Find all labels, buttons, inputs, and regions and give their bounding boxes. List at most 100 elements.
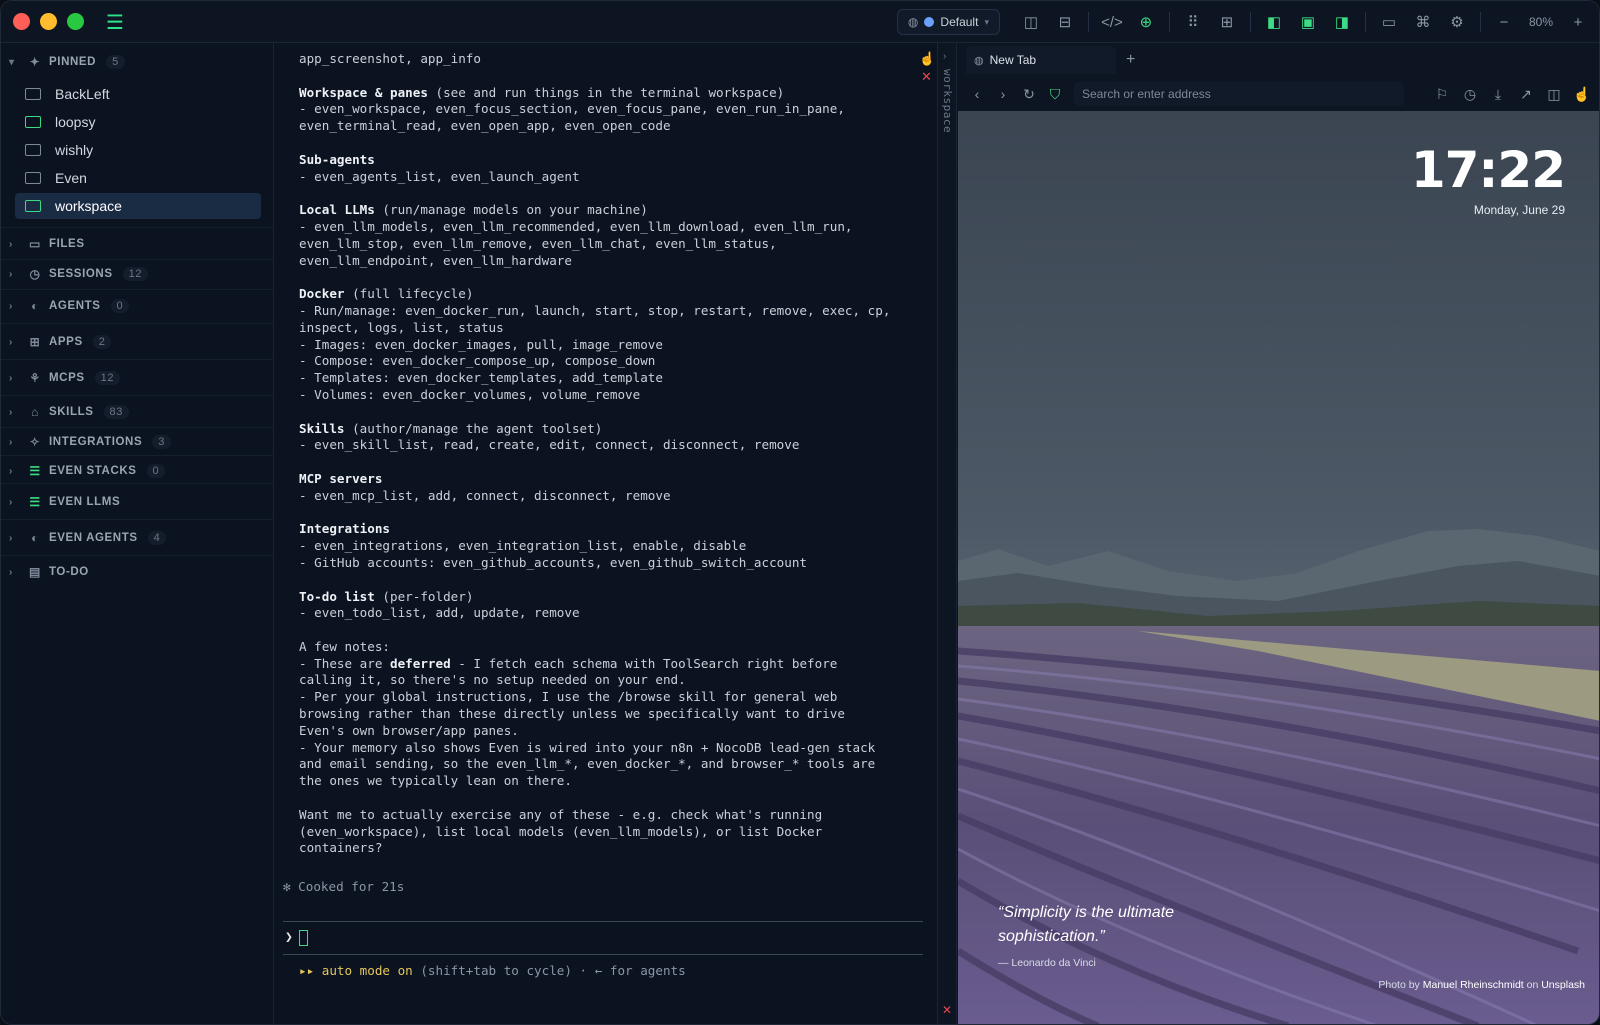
right-panel-icon[interactable]: ◨ xyxy=(1327,7,1357,37)
open-external-icon[interactable]: ↗ xyxy=(1513,81,1539,107)
pinned-item-backleft[interactable]: BackLeft xyxy=(15,81,261,107)
divider xyxy=(1,227,274,228)
terminal-line-text: even_llm_endpoint, even_llm_hardware xyxy=(299,252,572,268)
back-icon[interactable]: ‹ xyxy=(964,81,990,107)
photographer-link[interactable]: Manuel Rheinschmidt xyxy=(1423,979,1524,991)
pinned-item-wishly[interactable]: wishly xyxy=(15,137,261,163)
split-horizontal-icon[interactable]: ⊟ xyxy=(1050,7,1080,37)
prompt-input[interactable]: ❯ xyxy=(283,921,923,955)
sidebar-section-integrations[interactable]: › ✧ INTEGRATIONS 3 xyxy=(1,429,274,455)
sidebar-section-mcps[interactable]: › ⚘ MCPS 12 xyxy=(1,365,274,391)
pinned-item-workspace[interactable]: workspace xyxy=(15,193,261,219)
split-vertical-icon[interactable]: ◫ xyxy=(1016,7,1046,37)
profile-label: Default xyxy=(940,15,979,29)
left-panel-icon[interactable]: ◧ xyxy=(1259,7,1289,37)
hand-pointer-icon[interactable]: ☝ xyxy=(919,51,935,67)
section-label: SKILLS xyxy=(49,406,94,418)
gear-icon[interactable]: ⚙ xyxy=(1442,7,1472,37)
terminal-line-text: - Templates: even_docker_templates, add_… xyxy=(299,370,663,386)
folder-icon xyxy=(25,116,41,128)
sidebar-section-even-agents[interactable]: › ◐ EVEN AGENTS 4 xyxy=(1,525,274,551)
terminal-line-text: calling it, so there's no setup needed o… xyxy=(299,672,686,688)
sidebar-section-skills[interactable]: › ⌂ SKILLS 83 xyxy=(1,399,274,425)
reload-icon[interactable]: ↻ xyxy=(1016,81,1042,107)
auto-mode-label: ▸▸ auto mode on xyxy=(299,963,413,978)
code-icon[interactable]: </> xyxy=(1097,7,1127,37)
credit-prefix: Photo by xyxy=(1378,979,1423,991)
terminal-pane[interactable]: app_screenshot, app_info Workspace & pane… xyxy=(275,43,939,1024)
section-label: PINNED xyxy=(49,56,97,68)
sidebar-section-todo[interactable]: › ▤ TO-DO xyxy=(1,559,274,585)
terminal-line: Workspace & panes (see and run things in… xyxy=(299,85,939,102)
title-bar: ☰ ◍ Default ▾ ◫ ⊟ </> ⊕ ⠿ ⊞ ◧ ▣ ◨ ▭ ⌘ ⚙ xyxy=(1,1,1599,43)
terminal-line: inspect, logs, list, status xyxy=(299,320,939,337)
profile-selector[interactable]: ◍ Default ▾ xyxy=(896,9,1000,35)
pinned-item-loopsy[interactable]: loopsy xyxy=(15,109,261,135)
terminal-line-text: - Your memory also shows Even is wired i… xyxy=(299,739,876,755)
terminal-line-bold: Workspace & panes xyxy=(299,84,428,100)
sidebar-section-files[interactable]: › ▭ FILES xyxy=(1,231,274,257)
section-label: TO-DO xyxy=(49,566,89,578)
browser-tab[interactable]: ◍ New Tab xyxy=(966,46,1116,74)
chevron-right-icon: › xyxy=(9,300,13,312)
auto-mode-status: ▸▸ auto mode on (shift+tab to cycle) · ←… xyxy=(299,963,686,978)
download-icon[interactable]: ⤓ xyxy=(1485,81,1511,107)
auto-mode-hint: (shift+tab to cycle) · ← for agents xyxy=(412,963,686,978)
sidebar-section-even-llms[interactable]: › ☰ EVEN LLMS xyxy=(1,489,274,515)
shield-icon[interactable]: ⛉ xyxy=(1042,81,1068,107)
sidebar-section-agents[interactable]: › ◐ AGENTS 0 xyxy=(1,293,274,319)
layout-icon[interactable]: ⊞ xyxy=(1212,7,1242,37)
forward-icon[interactable]: › xyxy=(990,81,1016,107)
terminal-line-text: - even_workspace, even_focus_section, ev… xyxy=(299,101,845,117)
terminal-line: even_terminal_read, even_open_app, even_… xyxy=(299,118,939,135)
pointer-icon[interactable]: ☝ xyxy=(1569,81,1595,107)
terminal-icon[interactable]: ▣ xyxy=(1293,7,1323,37)
browser-globe-icon[interactable]: ⊕ xyxy=(1131,7,1161,37)
sidebar-section-pinned[interactable]: ▾ ✦ PINNED 5 xyxy=(1,49,274,75)
close-strip-icon[interactable]: ✕ xyxy=(942,1003,952,1017)
terminal-line-text: - Per your global instructions, I use th… xyxy=(299,689,838,705)
terminal-line-text: the ones we typically lean on there. xyxy=(299,773,572,789)
address-bar[interactable]: Search or enter address xyxy=(1074,82,1404,106)
terminal-line: the ones we typically lean on there. xyxy=(299,773,939,790)
terminal-line: To-do list (per-folder) xyxy=(299,589,939,606)
terminal-line: - even_agents_list, even_launch_agent xyxy=(299,169,939,186)
history-icon[interactable]: ◷ xyxy=(1457,81,1483,107)
zoom-in-icon[interactable]: + xyxy=(1563,7,1593,37)
grid-dots-icon[interactable]: ⠿ xyxy=(1178,7,1208,37)
terminal-line-text: - Images: even_docker_images, pull, imag… xyxy=(299,336,663,352)
close-pane-icon[interactable]: ✕ xyxy=(921,69,932,85)
chevron-right-icon[interactable]: › xyxy=(943,51,946,62)
section-count: 5 xyxy=(106,55,125,69)
sidebar-section-even-stacks[interactable]: › ☰ EVEN STACKS 0 xyxy=(1,458,274,484)
monitor-icon[interactable]: ▭ xyxy=(1374,7,1404,37)
terminal-line-bold: Integrations xyxy=(299,521,390,537)
sidebar-section-sessions[interactable]: › ◷ SESSIONS 12 xyxy=(1,261,274,287)
split-view-icon[interactable]: ◫ xyxy=(1541,81,1567,107)
terminal-line-bold: Docker xyxy=(299,286,345,302)
terminal-line-text: Want me to actually exercise any of thes… xyxy=(299,806,823,822)
workspace-strip[interactable]: › workspace ✕ xyxy=(937,43,957,1024)
zoom-out-icon[interactable]: − xyxy=(1489,7,1519,37)
unsplash-link[interactable]: Unsplash xyxy=(1541,979,1585,991)
workspace-label: workspace xyxy=(941,69,954,134)
terminal-line: - even_todo_list, add, update, remove xyxy=(299,605,939,622)
bookmark-icon[interactable]: ⚐ xyxy=(1429,81,1455,107)
lavender-field-photo xyxy=(958,111,1599,1024)
close-window-button[interactable] xyxy=(13,13,30,30)
chevron-down-icon: ▾ xyxy=(9,56,15,68)
terminal-line-bold: MCP servers xyxy=(299,470,383,486)
maximize-window-button[interactable] xyxy=(67,13,84,30)
terminal-line-text: (author/manage the agent toolset) xyxy=(344,420,603,436)
new-tab-button[interactable]: + xyxy=(1126,51,1135,69)
terminal-line-bold: To-do list xyxy=(299,588,375,604)
divider xyxy=(1,519,274,520)
app-logo-icon[interactable]: ☰ xyxy=(106,10,124,34)
browser-viewport[interactable]: 17:22 Monday, June 29 “Simplicity is the… xyxy=(958,111,1599,1024)
minimize-window-button[interactable] xyxy=(40,13,57,30)
sidebar-section-apps[interactable]: › ⊞ APPS 2 xyxy=(1,329,274,355)
terminal-line: app_screenshot, app_info xyxy=(299,51,939,68)
pinned-item-even[interactable]: Even xyxy=(15,165,261,191)
pinned-item-label: BackLeft xyxy=(55,86,110,102)
command-icon[interactable]: ⌘ xyxy=(1408,7,1438,37)
